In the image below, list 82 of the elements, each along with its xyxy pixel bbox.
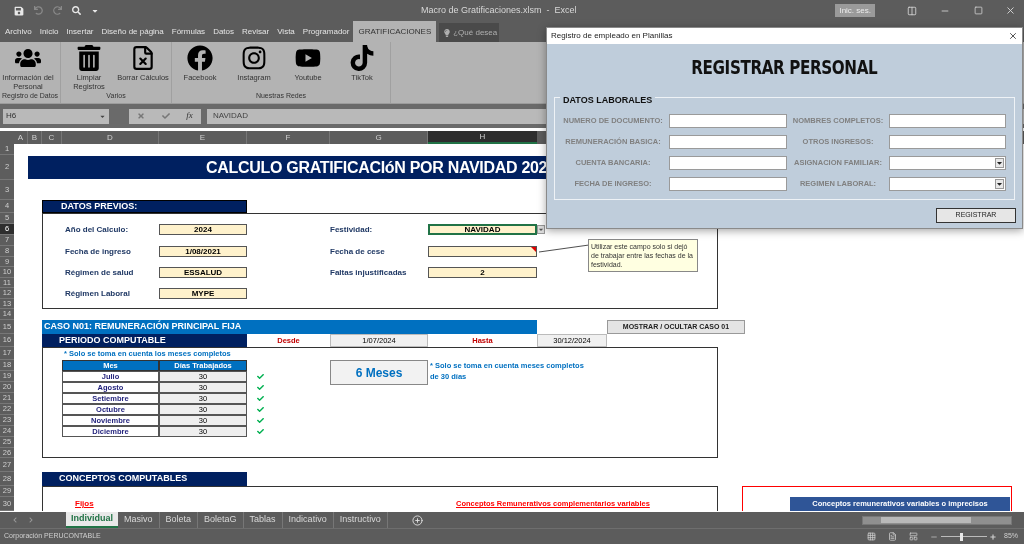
trash-icon: [76, 45, 103, 71]
input-cell[interactable]: 2: [428, 267, 537, 278]
field-label: Régimen de salud: [64, 267, 135, 278]
scroll-left-icon[interactable]: [12, 517, 18, 523]
months-total: 6 Meses: [330, 360, 428, 385]
lightbulb-icon: [443, 28, 452, 37]
close-icon[interactable]: [1005, 5, 1016, 16]
column-header[interactable]: H: [428, 131, 537, 144]
input-field[interactable]: [669, 155, 787, 170]
close-icon[interactable]: [1008, 31, 1018, 41]
dropdown-icon: [995, 157, 1004, 168]
dropdown-icon[interactable]: [537, 225, 545, 234]
zoom-slider[interactable]: [941, 532, 987, 541]
cancel-icon[interactable]: [137, 112, 146, 120]
input-field[interactable]: [669, 134, 787, 149]
input-cell[interactable]: 1/08/2021: [159, 246, 247, 257]
section-heading: CONCEPTOS COMPUTABLES: [42, 472, 247, 486]
dialog-heading: REGISTRAR PERSONAL: [691, 55, 878, 80]
comment-marker-icon: [531, 247, 536, 252]
field-label: Fecha de ingreso: [64, 246, 132, 257]
add-sheet-icon[interactable]: [411, 514, 423, 526]
dialog-title: Registro de empleado en Planillas: [551, 30, 673, 42]
field-label: Faltas injustificadas: [330, 267, 408, 278]
page-layout-icon[interactable]: [888, 532, 897, 541]
search-field[interactable]: ¿Qué desea: [439, 23, 500, 42]
sign-in-button[interactable]: Inic. ses.: [835, 4, 875, 17]
menu-tab[interactable]: Archivo: [1, 21, 36, 42]
column-header[interactable]: D: [62, 131, 159, 144]
group-title: DATOS LABORALES: [563, 94, 653, 105]
column-header[interactable]: C: [42, 131, 62, 144]
print-preview-icon[interactable]: [72, 6, 81, 15]
facebook-icon: [187, 45, 214, 71]
window-title: Macro de Gratificaciones.xlsm - Excel: [421, 3, 577, 17]
combo-box[interactable]: [889, 155, 1006, 170]
dropdown-icon: [995, 178, 1004, 189]
input-cell[interactable]: [428, 246, 537, 257]
menu-tab[interactable]: GRATIFICACIONES: [353, 21, 437, 42]
menu-tab[interactable]: Fórmulas: [167, 21, 210, 42]
input-cell[interactable]: 2024: [159, 224, 247, 235]
tiktok-icon: [349, 45, 376, 71]
scroll-right-icon[interactable]: [28, 517, 34, 523]
menu-tab[interactable]: Insertar: [62, 21, 98, 42]
section-heading: PERIODO COMPUTABLE: [42, 334, 247, 347]
column-header[interactable]: F: [247, 131, 330, 144]
insert-function-button[interactable]: fx: [186, 109, 193, 123]
undo-icon[interactable]: [34, 6, 43, 15]
maximize-icon[interactable]: [974, 6, 983, 15]
input-cell[interactable]: ESSALUD: [159, 267, 247, 278]
zoom-in-icon[interactable]: [990, 533, 996, 540]
name-box[interactable]: H6: [3, 108, 109, 124]
menu-tab[interactable]: Programador: [298, 21, 354, 42]
input-cell[interactable]: NAVIDAD: [428, 224, 537, 235]
fixed-label: Fijos: [74, 498, 95, 510]
column-header[interactable]: E: [159, 131, 247, 144]
leader-line: [538, 244, 590, 253]
menu-tab[interactable]: Revisar: [238, 21, 274, 42]
section-heading: DATOS PREVIOS:: [42, 200, 247, 213]
enter-icon[interactable]: [161, 112, 170, 120]
zoom-thumb[interactable]: [960, 532, 964, 541]
input-field[interactable]: [889, 134, 1006, 149]
menu-tab[interactable]: Diseño de página: [97, 21, 168, 42]
menu-tab[interactable]: Inicio: [35, 21, 63, 42]
column-header[interactable]: B: [28, 131, 42, 144]
field-label: Fecha de cese: [330, 246, 386, 257]
input-cell[interactable]: MYPE: [159, 288, 247, 299]
field-label: Régimen Laboral: [64, 288, 131, 299]
horizontal-scrollbar[interactable]: [862, 515, 1012, 525]
redo-icon[interactable]: [53, 6, 62, 15]
field-label: Festividad:: [330, 224, 374, 235]
sheet-tab[interactable]: Individual: [66, 512, 118, 528]
input-field[interactable]: [889, 113, 1006, 128]
section-heading: CASO N01: REMUNERACIÓN PRINCIPAL FIJA: [42, 320, 537, 334]
normal-view-icon[interactable]: [867, 532, 876, 541]
menu-tab[interactable]: Vista: [273, 21, 299, 42]
field-label: Año del Calculo:: [64, 224, 130, 235]
save-icon[interactable]: [14, 5, 24, 16]
column-header[interactable]: A: [14, 131, 28, 144]
input-field[interactable]: [669, 113, 787, 128]
instagram-icon: [241, 45, 268, 71]
menu-tab[interactable]: Datos: [209, 21, 239, 42]
combo-box[interactable]: [889, 176, 1006, 191]
input-field[interactable]: [669, 176, 787, 191]
